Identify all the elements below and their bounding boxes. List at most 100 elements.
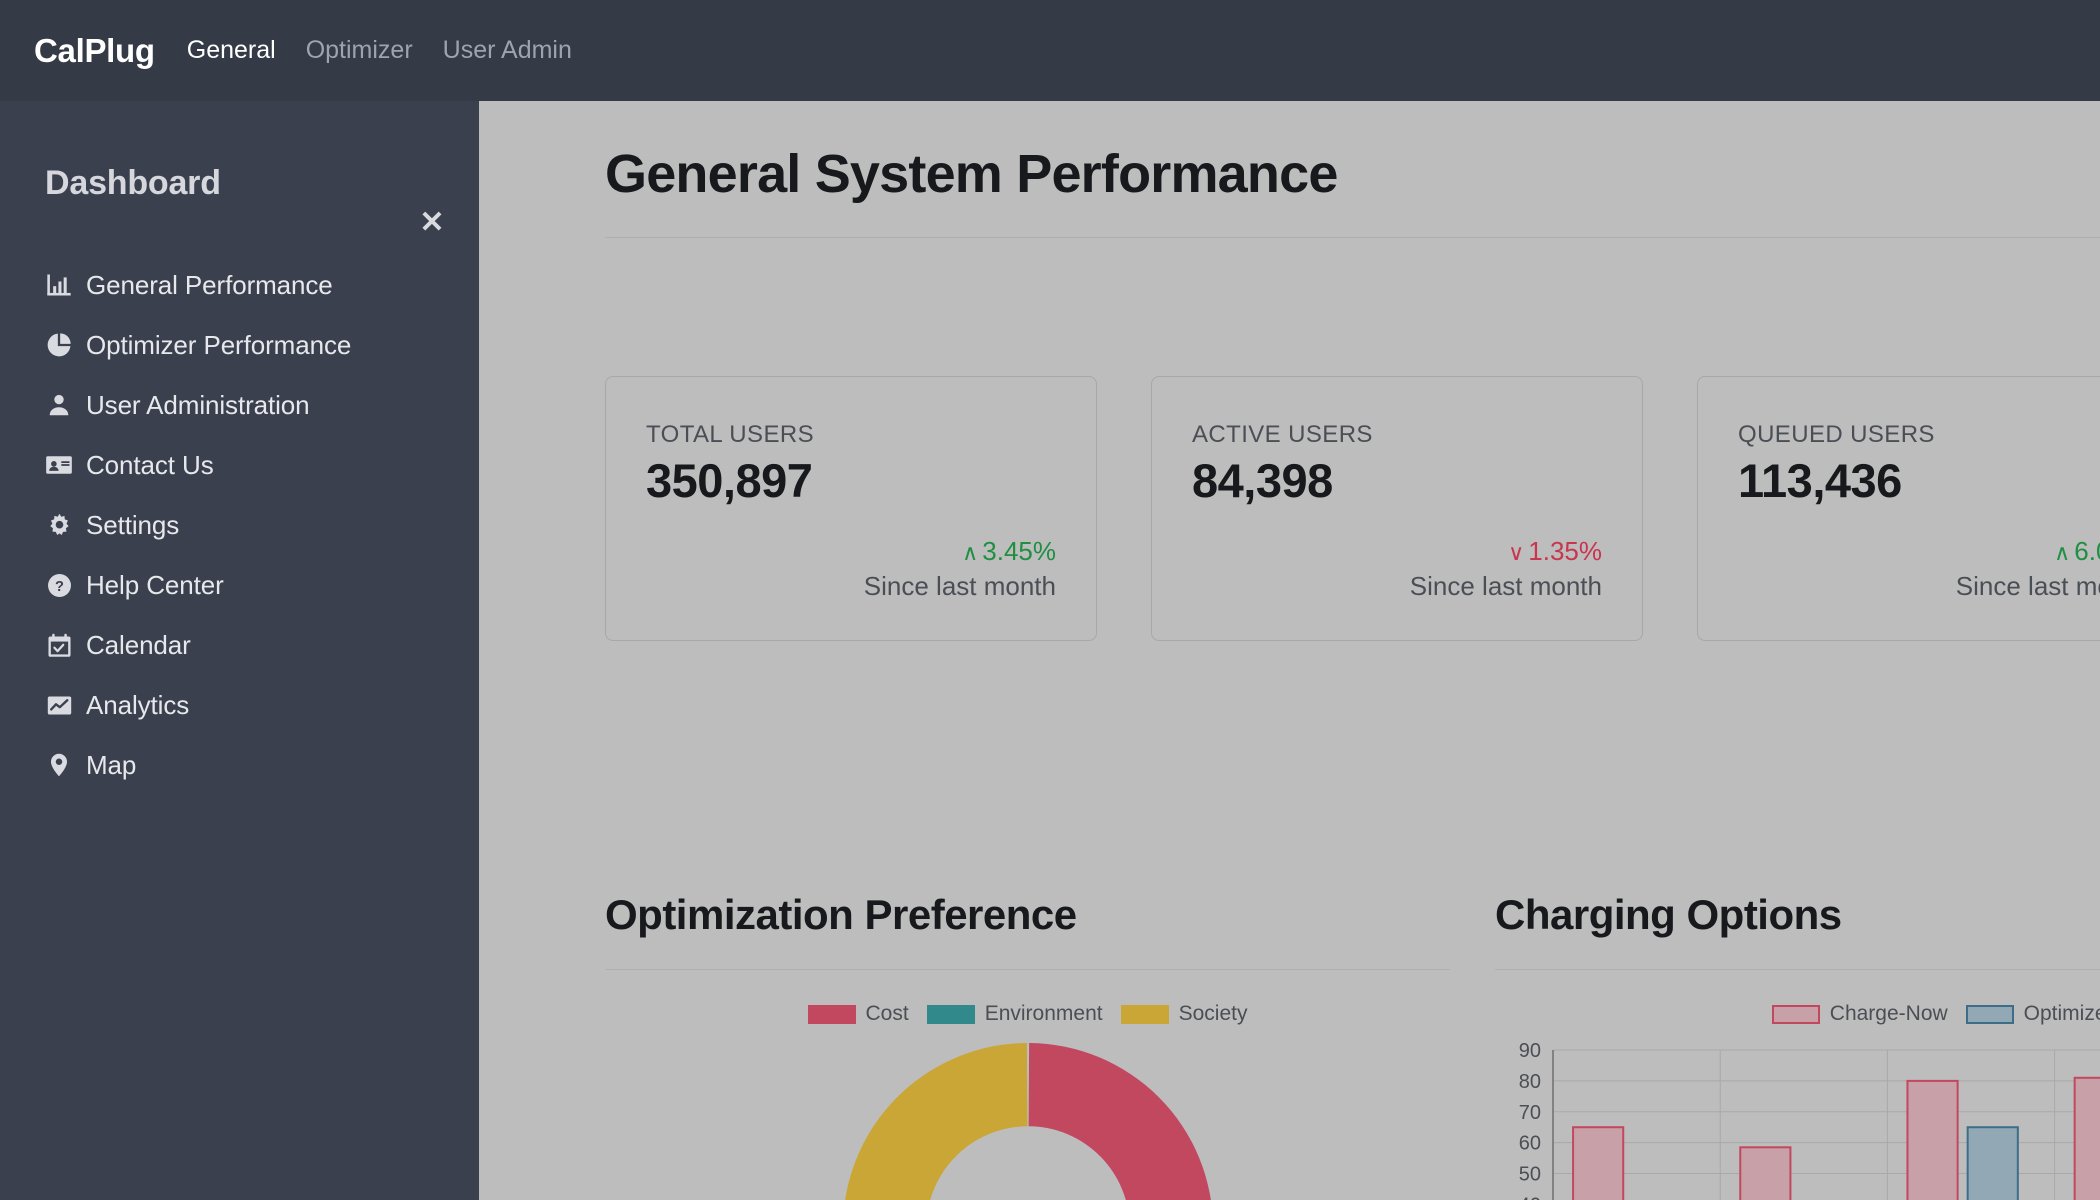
donut-chart[interactable]: [838, 1038, 1218, 1200]
charts-row: Optimization Preference Cost Environment…: [605, 891, 2100, 1200]
dashboard-page: CalPlug General Optimizer User Admin ✕ D…: [0, 0, 2100, 1200]
sidebar-item-label: Settings: [86, 510, 179, 541]
nav-link-user-admin[interactable]: User Admin: [443, 36, 572, 65]
sidebar-item-help-center[interactable]: ? Help Center: [0, 555, 479, 615]
stat-value: 113,436: [1738, 453, 2100, 508]
y-axis-tick-label: 90: [1519, 1040, 1541, 1062]
sidebar-item-contact-us[interactable]: Contact Us: [0, 435, 479, 495]
sidebar-item-optimizer-performance[interactable]: Optimizer Performance: [0, 315, 479, 375]
legend-item-environment[interactable]: Environment: [927, 1002, 1103, 1026]
chart-title-charging: Charging Options: [1495, 891, 2100, 939]
stat-since-label: Since last month: [1410, 571, 1602, 602]
calendar-check-icon: [44, 630, 74, 660]
sidebar-item-label: Calendar: [86, 630, 191, 661]
donut-slice-cost[interactable]: [1028, 1043, 1212, 1200]
stat-delta-group: ∧3.45% Since last month: [864, 536, 1056, 602]
sidebar-title: Dashboard: [45, 164, 479, 203]
bar-chart-wrap: 30405060708090: [1495, 1042, 2100, 1200]
sidebar-item-general-performance[interactable]: General Performance: [0, 255, 479, 315]
sidebar-item-analytics[interactable]: Analytics: [0, 675, 479, 735]
nav-link-optimizer[interactable]: Optimizer: [306, 36, 413, 65]
y-axis-tick-label: 60: [1519, 1133, 1541, 1155]
stat-card-queued-users: QUEUED USERS 113,436 ∧6.09% Since last m…: [1697, 376, 2100, 641]
stat-delta-group: ∧6.09% Since last month: [1956, 536, 2100, 602]
chart-divider: [1495, 969, 2100, 970]
bar-chart-icon: [44, 270, 74, 300]
sidebar-item-label: Analytics: [86, 690, 189, 721]
legend-label: Optimized: [2024, 1002, 2100, 1026]
main-content: General System Performance TOTAL USERS 3…: [479, 101, 2100, 1200]
y-axis-tick-label: 80: [1519, 1071, 1541, 1093]
contact-card-icon: [44, 450, 74, 480]
optimization-preference-panel: Optimization Preference Cost Environment…: [605, 891, 1450, 1200]
caret-up-icon: ∧: [2054, 540, 2070, 565]
stat-delta-value: 1.35%: [1528, 536, 1602, 566]
sidebar-close-icon[interactable]: ✕: [419, 208, 444, 238]
bar-chart[interactable]: 30405060708090: [1495, 1042, 2100, 1200]
y-axis-tick-label: 50: [1519, 1164, 1541, 1186]
bar-charge-now-4[interactable]: [2075, 1078, 2100, 1200]
svg-text:?: ?: [55, 579, 64, 595]
bar-charge-now-1[interactable]: [1573, 1127, 1623, 1200]
status-badge: ∧3.45%: [864, 536, 1056, 567]
legend-item-charge-now[interactable]: Charge-Now: [1772, 1002, 1948, 1026]
sidebar-item-map[interactable]: Map: [0, 735, 479, 795]
legend-swatch-cost: [808, 1005, 856, 1024]
stat-label: TOTAL USERS: [646, 421, 1056, 449]
stat-label: ACTIVE USERS: [1192, 421, 1602, 449]
line-chart-icon: [44, 690, 74, 720]
status-badge: ∧6.09%: [1956, 536, 2100, 567]
stat-card-active-users: ACTIVE USERS 84,398 ∨1.35% Since last mo…: [1151, 376, 1643, 641]
sidebar-item-label: Optimizer Performance: [86, 330, 351, 361]
legend-item-optimized[interactable]: Optimized: [1966, 1002, 2100, 1026]
legend-swatch-environment: [927, 1005, 975, 1024]
donut-chart-wrap: [605, 1038, 1450, 1200]
stat-since-label: Since last month: [864, 571, 1056, 602]
caret-down-icon: ∨: [1508, 540, 1524, 565]
stat-delta-group: ∨1.35% Since last month: [1410, 536, 1602, 602]
stat-card-total-users: TOTAL USERS 350,897 ∧3.45% Since last mo…: [605, 376, 1097, 641]
bar-charge-now-3[interactable]: [1907, 1081, 1957, 1200]
sidebar-item-settings[interactable]: Settings: [0, 495, 479, 555]
sidebar-nav: General Performance Optimizer Performanc…: [0, 255, 479, 795]
top-navbar: CalPlug General Optimizer User Admin: [0, 0, 2100, 101]
legend-swatch-charge-now: [1772, 1005, 1820, 1024]
chart-divider: [605, 969, 1450, 970]
chart-title-optimization: Optimization Preference: [605, 891, 1450, 939]
legend-label: Environment: [985, 1002, 1103, 1026]
page-title: General System Performance: [605, 143, 2100, 205]
bar-charge-now-2[interactable]: [1740, 1147, 1790, 1200]
stat-label: QUEUED USERS: [1738, 421, 2100, 449]
nav-link-general[interactable]: General: [187, 36, 276, 65]
caret-up-icon: ∧: [962, 540, 978, 565]
map-pin-icon: [44, 750, 74, 780]
legend-label: Charge-Now: [1830, 1002, 1948, 1026]
stat-value: 350,897: [646, 453, 1056, 508]
bar-legend: Charge-Now Optimized: [1495, 1002, 2100, 1026]
user-icon: [44, 390, 74, 420]
y-axis-tick-label: 70: [1519, 1102, 1541, 1124]
legend-label: Cost: [866, 1002, 909, 1026]
stat-delta-value: 3.45%: [982, 536, 1056, 566]
legend-label: Society: [1179, 1002, 1248, 1026]
legend-item-cost[interactable]: Cost: [808, 1002, 909, 1026]
pie-chart-icon: [44, 330, 74, 360]
legend-item-society[interactable]: Society: [1121, 1002, 1248, 1026]
title-divider: [605, 237, 2100, 238]
sidebar-item-calendar[interactable]: Calendar: [0, 615, 479, 675]
sidebar-item-label: General Performance: [86, 270, 333, 301]
stat-since-label: Since last month: [1956, 571, 2100, 602]
stat-delta-value: 6.09%: [2074, 536, 2100, 566]
sidebar-item-label: Help Center: [86, 570, 224, 601]
sidebar: ✕ Dashboard General Performance: [0, 101, 479, 1200]
stat-cards-row: TOTAL USERS 350,897 ∧3.45% Since last mo…: [605, 376, 2100, 641]
brand-logo[interactable]: CalPlug: [34, 32, 155, 70]
sidebar-item-label: Map: [86, 750, 136, 781]
status-badge: ∨1.35%: [1410, 536, 1602, 567]
sidebar-item-user-administration[interactable]: User Administration: [0, 375, 479, 435]
legend-swatch-optimized: [1966, 1005, 2014, 1024]
donut-slice-society[interactable]: [843, 1043, 1027, 1200]
legend-swatch-society: [1121, 1005, 1169, 1024]
sidebar-item-label: Contact Us: [86, 450, 214, 481]
bar-optimized-3[interactable]: [1968, 1127, 2018, 1200]
